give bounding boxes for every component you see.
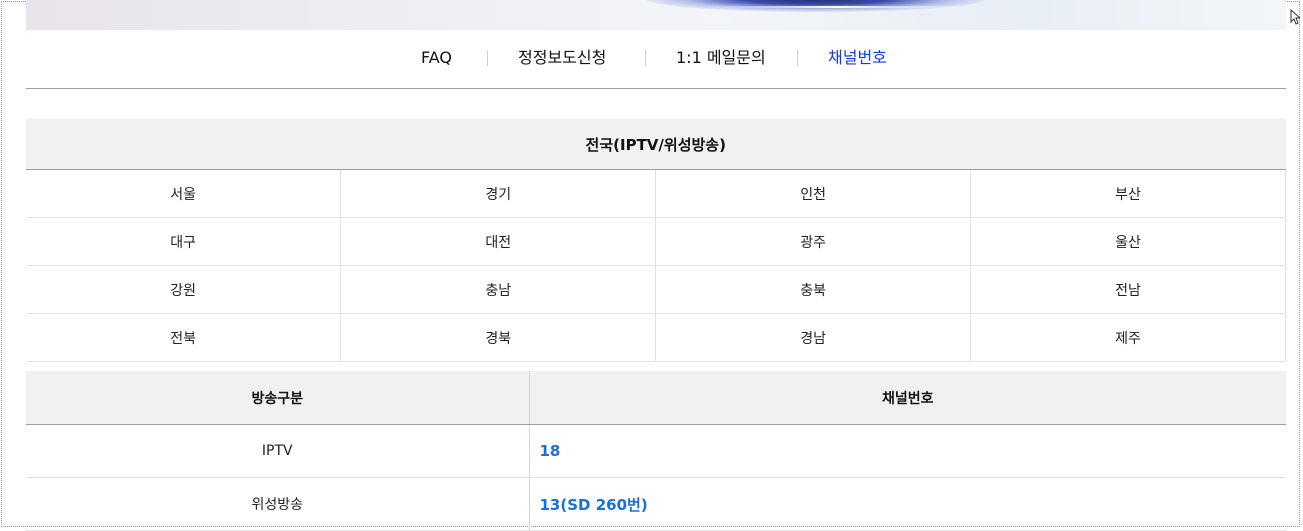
region-cell: 대전 [340,217,657,266]
channel-table-header-kind: 방송구분 [26,371,530,425]
nav-separator [645,50,646,66]
channel-table: 방송구분 채널번호 IPTV 18 위성방송 13(SD 260번) [26,371,1286,531]
nav-separator [487,50,488,66]
region-cell: 전남 [970,265,1286,314]
channel-table-header-number: 채널번호 [529,371,1286,425]
sub-navigation: FAQ 정정보도신청 1:1 메일문의 채널번호 [26,30,1286,89]
table-row: 서울 경기 인천 부산 [26,169,1286,218]
region-table: 전국(IPTV/위성방송) 서울 경기 인천 부산 대구 대전 광주 울산 강원… [26,119,1286,362]
top-banner [26,0,1286,30]
region-table-header: 전국(IPTV/위성방송) [26,119,1286,170]
region-cell: 강원 [26,265,342,314]
mouse-cursor-icon [1290,9,1300,25]
table-row: 강원 충남 충북 전남 [26,265,1286,314]
broadcast-kind-cell: 위성방송 [26,477,530,531]
nav-tab-faq[interactable]: FAQ [421,48,452,68]
region-cell: 충북 [655,265,972,314]
region-cell: 광주 [655,217,972,266]
region-cell: 제주 [970,313,1286,362]
region-cell: 인천 [655,169,972,218]
channel-number-cell: 18 [529,424,1286,478]
table-row: IPTV 18 [26,424,1286,478]
region-cell: 경기 [340,169,657,218]
banner-streak-decoration [706,6,966,8]
nav-tab-email-inquiry[interactable]: 1:1 메일문의 [676,48,766,68]
broadcast-kind-cell: IPTV [26,424,530,478]
nav-separator [797,50,798,66]
table-row: 전북 경북 경남 제주 [26,313,1286,362]
region-cell: 경남 [655,313,972,362]
region-cell: 대구 [26,217,342,266]
region-cell: 충남 [340,265,657,314]
region-cell: 부산 [970,169,1286,218]
table-row: 대구 대전 광주 울산 [26,217,1286,266]
nav-tab-channel-number[interactable]: 채널번호 [828,48,887,68]
region-cell: 경북 [340,313,657,362]
region-cell: 울산 [970,217,1286,266]
table-row: 위성방송 13(SD 260번) [26,477,1286,531]
region-cell: 전북 [26,313,342,362]
nav-tab-correction-request[interactable]: 정정보도신청 [518,48,606,68]
channel-number-cell: 13(SD 260번) [529,477,1286,531]
region-cell: 서울 [26,169,342,218]
